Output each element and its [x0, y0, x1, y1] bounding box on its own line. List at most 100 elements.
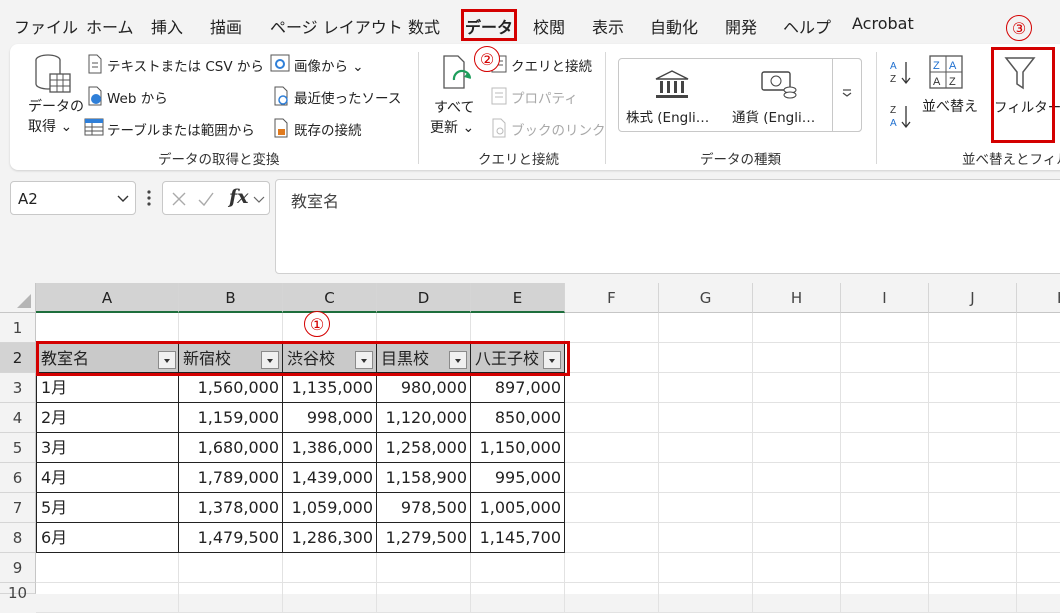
currency-button[interactable]: 通貨 (Engli… — [732, 106, 815, 126]
empty-cell[interactable] — [753, 313, 841, 343]
currency-icon[interactable] — [760, 68, 798, 100]
stocks-button[interactable]: 株式 (Engli… — [626, 106, 709, 126]
value-cell[interactable]: 1,145,700 — [471, 523, 565, 553]
existing-connection-button[interactable]: 既存の接続 — [294, 119, 362, 139]
row-header-2[interactable]: 2 — [0, 343, 36, 373]
empty-cell[interactable] — [1017, 433, 1060, 463]
row-header-9[interactable]: 9 — [0, 553, 36, 583]
empty-cell[interactable] — [929, 403, 1017, 433]
empty-cell[interactable] — [565, 343, 659, 373]
stocks-icon[interactable] — [654, 68, 690, 100]
empty-cell[interactable] — [1017, 463, 1060, 493]
value-cell[interactable]: 1,279,500 — [377, 523, 471, 553]
sort-descending-icon[interactable]: Z A — [888, 102, 914, 130]
value-cell[interactable]: 978,500 — [377, 493, 471, 523]
sort-icon[interactable]: Z A A Z — [928, 54, 964, 90]
tab-review[interactable]: 校閲 — [533, 14, 565, 38]
empty-cell[interactable] — [36, 553, 179, 583]
empty-cell[interactable] — [179, 583, 283, 613]
properties-button[interactable]: プロパティ — [511, 87, 578, 107]
empty-cell[interactable] — [1017, 403, 1060, 433]
empty-cell[interactable] — [471, 553, 565, 583]
tab-home[interactable]: ホーム — [86, 14, 134, 38]
column-header-e[interactable]: E — [471, 283, 565, 313]
sort-button[interactable]: 並べ替え — [922, 96, 978, 116]
month-cell[interactable]: 1月 — [36, 373, 179, 403]
empty-cell[interactable] — [659, 313, 753, 343]
empty-cell[interactable] — [565, 523, 659, 553]
empty-cell[interactable] — [1017, 373, 1060, 403]
empty-cell[interactable] — [377, 553, 471, 583]
empty-cell[interactable] — [753, 583, 841, 613]
name-box[interactable]: A2 — [10, 181, 136, 215]
value-cell[interactable]: 1,286,300 — [283, 523, 377, 553]
tab-insert[interactable]: 挿入 — [151, 14, 183, 38]
value-cell[interactable]: 1,258,000 — [377, 433, 471, 463]
sort-ascending-icon[interactable]: A Z — [888, 58, 914, 86]
empty-cell[interactable] — [753, 343, 841, 373]
empty-cell[interactable] — [1017, 523, 1060, 553]
month-cell[interactable]: 4月 — [36, 463, 179, 493]
month-cell[interactable]: 6月 — [36, 523, 179, 553]
empty-cell[interactable] — [659, 373, 753, 403]
value-cell[interactable]: 1,005,000 — [471, 493, 565, 523]
refresh-all-label-bottom[interactable]: 更新 ⌄ — [430, 117, 474, 137]
row-header-4[interactable]: 4 — [0, 403, 36, 433]
empty-cell[interactable] — [659, 583, 753, 613]
value-cell[interactable]: 995,000 — [471, 463, 565, 493]
column-header-h[interactable]: H — [753, 283, 841, 313]
empty-cell[interactable] — [565, 403, 659, 433]
data-types-expand-button[interactable] — [832, 58, 862, 132]
empty-cell[interactable] — [565, 463, 659, 493]
empty-cell[interactable] — [283, 313, 377, 343]
table-range-button[interactable]: テーブルまたは範囲から — [107, 119, 255, 139]
empty-cell[interactable] — [841, 583, 929, 613]
get-data-label-bottom[interactable]: 取得 ⌄ — [28, 116, 72, 136]
row-header-6[interactable]: 6 — [0, 463, 36, 493]
empty-cell[interactable] — [929, 373, 1017, 403]
empty-cell[interactable] — [1017, 583, 1060, 613]
empty-cell[interactable] — [929, 553, 1017, 583]
tab-file[interactable]: ファイル — [14, 14, 78, 38]
tab-draw[interactable]: 描画 — [210, 14, 242, 38]
empty-cell[interactable] — [753, 403, 841, 433]
empty-cell[interactable] — [283, 553, 377, 583]
column-header-c[interactable]: C — [283, 283, 377, 313]
row-header-8[interactable]: 8 — [0, 523, 36, 553]
tab-automate[interactable]: 自動化 — [650, 14, 698, 38]
tab-developer[interactable]: 開発 — [725, 14, 757, 38]
empty-cell[interactable] — [1017, 313, 1060, 343]
row-header-5[interactable]: 5 — [0, 433, 36, 463]
row-header-3[interactable]: 3 — [0, 373, 36, 403]
select-all-corner[interactable] — [0, 283, 36, 313]
value-cell[interactable]: 1,386,000 — [283, 433, 377, 463]
edit-links-button[interactable]: ブックのリンク — [511, 119, 606, 139]
empty-cell[interactable] — [283, 583, 377, 613]
empty-cell[interactable] — [565, 433, 659, 463]
web-button[interactable]: Web から — [107, 87, 168, 107]
empty-cell[interactable] — [929, 583, 1017, 613]
column-header-j[interactable]: J — [929, 283, 1017, 313]
empty-cell[interactable] — [36, 313, 179, 343]
empty-cell[interactable] — [753, 553, 841, 583]
empty-cell[interactable] — [565, 493, 659, 523]
value-cell[interactable]: 1,059,000 — [283, 493, 377, 523]
tab-page-layout[interactable]: ページ レイアウト — [270, 14, 403, 38]
empty-cell[interactable] — [659, 493, 753, 523]
tab-view[interactable]: 表示 — [592, 14, 624, 38]
value-cell[interactable]: 1,378,000 — [179, 493, 283, 523]
empty-cell[interactable] — [753, 433, 841, 463]
enter-check-icon[interactable] — [197, 191, 215, 207]
empty-cell[interactable] — [377, 313, 471, 343]
value-cell[interactable]: 1,158,900 — [377, 463, 471, 493]
value-cell[interactable]: 980,000 — [377, 373, 471, 403]
empty-cell[interactable] — [841, 493, 929, 523]
value-cell[interactable]: 1,159,000 — [179, 403, 283, 433]
column-header-i[interactable]: I — [841, 283, 929, 313]
from-image-button[interactable]: 画像から ⌄ — [294, 55, 364, 75]
chevron-down-icon[interactable] — [253, 195, 265, 205]
refresh-all-icon[interactable] — [440, 54, 476, 94]
empty-cell[interactable] — [841, 313, 929, 343]
database-icon[interactable] — [32, 52, 74, 98]
cancel-icon[interactable] — [171, 191, 187, 207]
